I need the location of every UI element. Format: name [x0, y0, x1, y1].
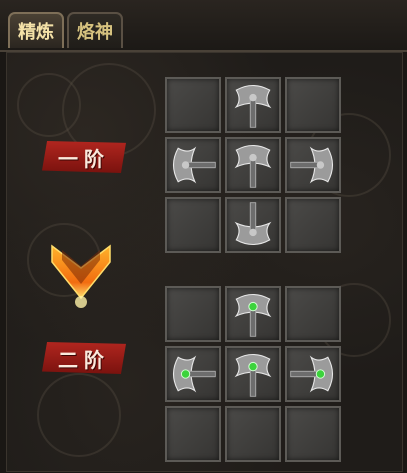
battle-axe-icon — [172, 146, 216, 184]
battle-axe-icon — [234, 353, 272, 397]
axe-slot[interactable] — [285, 346, 341, 402]
tab-bar: 精炼 烙神 — [0, 0, 407, 52]
axe-slot[interactable] — [225, 137, 281, 193]
grid-slot-empty[interactable] — [165, 286, 221, 342]
stage-1-label: 一阶 — [42, 141, 126, 173]
battle-axe-icon — [234, 84, 272, 128]
battle-axe-icon — [234, 293, 272, 337]
axe-slot[interactable] — [165, 137, 221, 193]
axe-slot[interactable] — [225, 77, 281, 133]
stage-2-grid — [165, 286, 341, 462]
grid-slot-empty[interactable] — [285, 197, 341, 253]
down-arrow-icon — [51, 244, 111, 308]
stage-2-label: 二阶 — [42, 342, 126, 374]
grid-slot-empty[interactable] — [285, 77, 341, 133]
grid-slot-empty[interactable] — [165, 406, 221, 462]
axe-slot[interactable] — [225, 346, 281, 402]
axe-slot[interactable] — [225, 286, 281, 342]
axe-slot[interactable] — [285, 137, 341, 193]
battle-axe-icon — [172, 355, 216, 393]
battle-axe-icon — [290, 146, 334, 184]
grid-slot-empty[interactable] — [165, 197, 221, 253]
stage-1-grid — [165, 77, 341, 253]
grid-slot-empty[interactable] — [285, 406, 341, 462]
decor-swirl — [37, 373, 121, 457]
axe-slot[interactable] — [165, 346, 221, 402]
battle-axe-icon — [234, 144, 272, 188]
grid-slot-empty[interactable] — [165, 77, 221, 133]
battle-axe-icon — [290, 355, 334, 393]
window-frame: 精炼 烙神 一阶 二阶 — [0, 0, 407, 473]
axe-slot[interactable] — [225, 197, 281, 253]
grid-slot-empty[interactable] — [285, 286, 341, 342]
battle-axe-icon — [234, 202, 272, 246]
tab-enchant[interactable]: 烙神 — [67, 12, 123, 48]
tab-refine[interactable]: 精炼 — [8, 12, 64, 48]
grid-slot-empty[interactable] — [225, 406, 281, 462]
